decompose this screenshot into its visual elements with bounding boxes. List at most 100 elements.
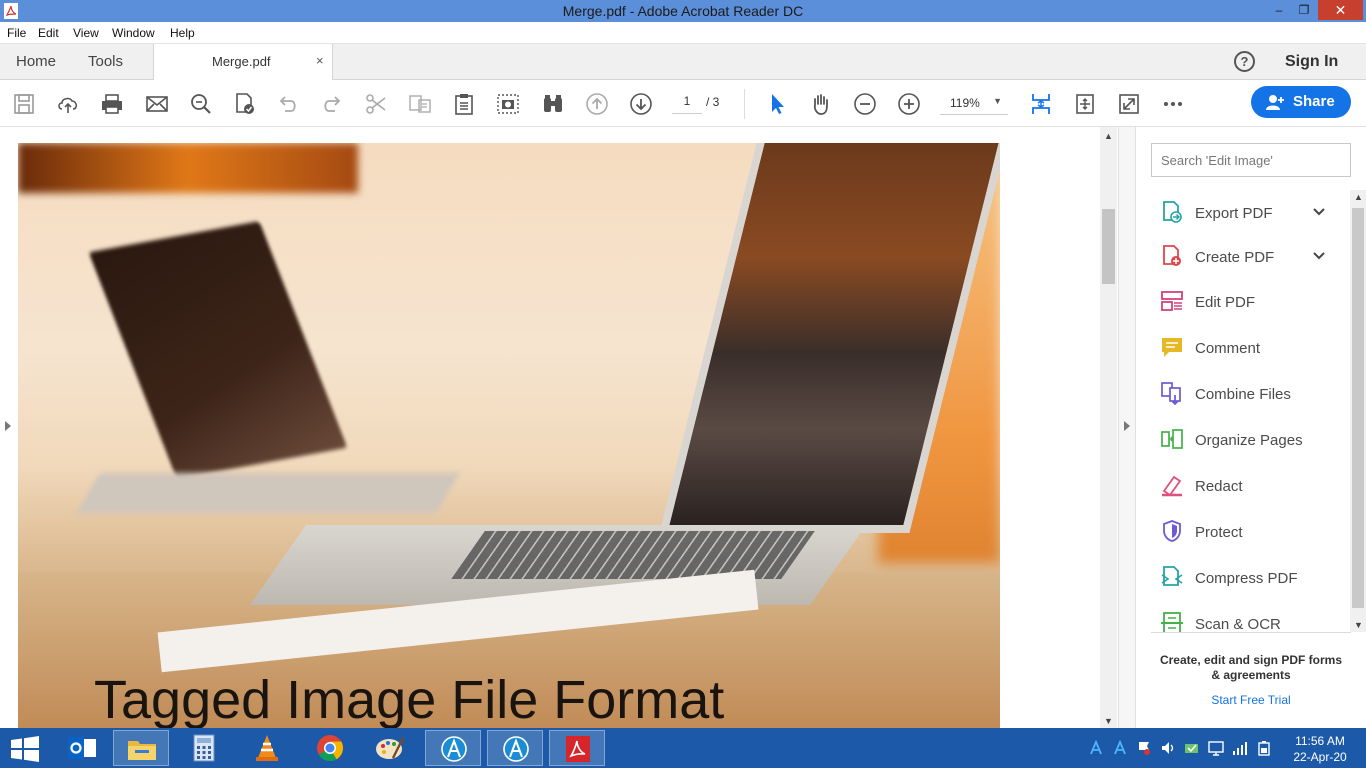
clock-time: 11:56 AM	[1295, 734, 1345, 748]
zoom-select[interactable]: 119% ▼	[940, 93, 1008, 115]
page-image-keyboard	[451, 531, 815, 579]
scroll-thumb[interactable]	[1102, 209, 1115, 284]
tool-redact[interactable]: Redact	[1136, 465, 1350, 505]
taskbar-acrobat[interactable]	[549, 730, 605, 766]
undo-icon[interactable]	[276, 92, 300, 116]
tab-home[interactable]: Home	[16, 53, 56, 70]
volume-icon[interactable]	[1160, 740, 1176, 756]
document-scrollbar[interactable]: ▲ ▼	[1100, 127, 1117, 728]
scroll-up-icon[interactable]: ▲	[1354, 192, 1363, 202]
tray-flag-icon[interactable]	[1136, 740, 1152, 756]
scroll-down-icon[interactable]: ▼	[1104, 716, 1113, 726]
organize-pages-icon	[1160, 427, 1184, 451]
tool-protect[interactable]: Protect	[1136, 511, 1350, 551]
start-free-trial-link[interactable]: Start Free Trial	[1156, 693, 1346, 707]
scroll-up-icon[interactable]: ▲	[1104, 131, 1113, 141]
tray-app-a2-icon[interactable]	[1112, 739, 1128, 756]
taskbar-chrome[interactable]	[302, 730, 358, 766]
tool-comment[interactable]: Comment	[1136, 327, 1350, 367]
battery-icon[interactable]	[1256, 740, 1272, 756]
taskbar-calculator[interactable]	[176, 730, 232, 766]
taskbar-file-explorer[interactable]	[113, 730, 169, 766]
sign-in-button[interactable]: Sign In	[1285, 53, 1338, 71]
redo-icon[interactable]	[320, 92, 344, 116]
menu-file[interactable]: File	[7, 26, 26, 40]
menu-window[interactable]: Window	[112, 26, 155, 40]
tool-create-pdf[interactable]: Create PDF	[1136, 236, 1350, 276]
export-pdf-icon	[1160, 200, 1184, 224]
menu-edit[interactable]: Edit	[38, 26, 59, 40]
tools-scrollbar[interactable]: ▲ ▼	[1350, 190, 1366, 632]
hand-icon[interactable]	[809, 92, 833, 116]
copy-icon[interactable]	[408, 92, 432, 116]
scan-ocr-icon	[1160, 611, 1184, 632]
tool-scan-ocr[interactable]: Scan & OCR	[1136, 603, 1350, 632]
clipboard-icon[interactable]	[452, 92, 476, 116]
minimize-button[interactable]: –	[1265, 0, 1293, 20]
paint-icon	[376, 737, 405, 759]
tools-search-input[interactable]: Search 'Edit Image'	[1151, 143, 1351, 177]
tab-tools[interactable]: Tools	[88, 53, 123, 70]
help-icon[interactable]: ?	[1234, 51, 1255, 72]
tool-organize-pages[interactable]: Organize Pages	[1136, 419, 1350, 459]
page-heading-text: Tagged Image File Format	[94, 670, 725, 728]
snapshot-icon[interactable]	[496, 92, 520, 116]
tray-app-a-icon[interactable]	[1088, 739, 1104, 756]
select-cursor-icon[interactable]	[765, 92, 789, 116]
signal-icon[interactable]	[1232, 740, 1248, 756]
pane-divider	[1151, 632, 1351, 633]
tool-label: Redact	[1195, 478, 1243, 495]
tool-edit-pdf[interactable]: Edit PDF	[1136, 281, 1350, 321]
print-icon[interactable]	[100, 92, 124, 116]
menu-help[interactable]: Help	[170, 26, 195, 40]
page-number-input[interactable]: 1	[672, 94, 702, 114]
compress-pdf-icon	[1160, 565, 1184, 589]
email-icon[interactable]	[145, 92, 169, 116]
rotate-icon[interactable]	[1073, 92, 1097, 116]
acrobat-icon	[566, 736, 590, 762]
close-tab-icon[interactable]: ×	[316, 53, 324, 68]
tool-label: Organize Pages	[1195, 432, 1303, 449]
chevron-down-icon[interactable]	[1311, 204, 1327, 220]
save-icon[interactable]	[12, 92, 36, 116]
taskbar-paint[interactable]	[362, 730, 418, 766]
upload-icon[interactable]	[56, 92, 80, 116]
right-pane-toggle[interactable]	[1118, 127, 1136, 728]
taskbar-vlc[interactable]	[239, 730, 295, 766]
page-down-icon[interactable]	[629, 92, 653, 116]
combine-files-icon	[1160, 381, 1184, 406]
cut-icon[interactable]	[364, 92, 388, 116]
taskbar-outlook[interactable]	[54, 730, 110, 766]
tool-compress-pdf[interactable]: Compress PDF	[1136, 557, 1350, 597]
menu-view[interactable]: View	[73, 26, 99, 40]
page-up-icon[interactable]	[585, 92, 609, 116]
tool-export-pdf[interactable]: Export PDF	[1136, 192, 1350, 232]
zoom-out-icon[interactable]	[853, 92, 877, 116]
share-button[interactable]: Share	[1251, 86, 1351, 118]
share-label: Share	[1293, 93, 1335, 110]
windows-start-icon[interactable]	[10, 736, 40, 762]
file-explorer-icon	[128, 741, 156, 760]
scroll-down-icon[interactable]: ▼	[1354, 620, 1363, 630]
zoom-in-icon[interactable]	[897, 92, 921, 116]
left-panel-toggle[interactable]	[0, 127, 18, 728]
toolbar: 1 / 3 119% ▼ Share	[0, 81, 1366, 127]
find-icon[interactable]	[541, 92, 565, 116]
taskbar-app-a[interactable]	[425, 730, 481, 766]
certify-icon[interactable]	[233, 92, 257, 116]
pdf-page[interactable]: Tagged Image File Format	[18, 143, 1000, 728]
more-icon[interactable]	[1161, 92, 1185, 116]
restore-button[interactable]: ❐	[1290, 0, 1318, 20]
scroll-thumb[interactable]	[1352, 208, 1364, 608]
search-icon[interactable]	[189, 92, 213, 116]
close-window-button[interactable]: ✕	[1318, 0, 1363, 20]
full-screen-icon[interactable]	[1117, 92, 1141, 116]
chevron-down-icon[interactable]	[1311, 248, 1327, 264]
taskbar-clock[interactable]: 11:56 AM 22-Apr-20	[1285, 733, 1355, 765]
fit-page-icon[interactable]	[1029, 92, 1053, 116]
tab-document[interactable]: Merge.pdf ×	[153, 44, 333, 80]
taskbar-app-a2[interactable]	[487, 730, 543, 766]
tool-combine-files[interactable]: Combine Files	[1136, 373, 1350, 413]
monitor-icon[interactable]	[1208, 740, 1224, 756]
tray-sync-icon[interactable]	[1184, 740, 1200, 756]
